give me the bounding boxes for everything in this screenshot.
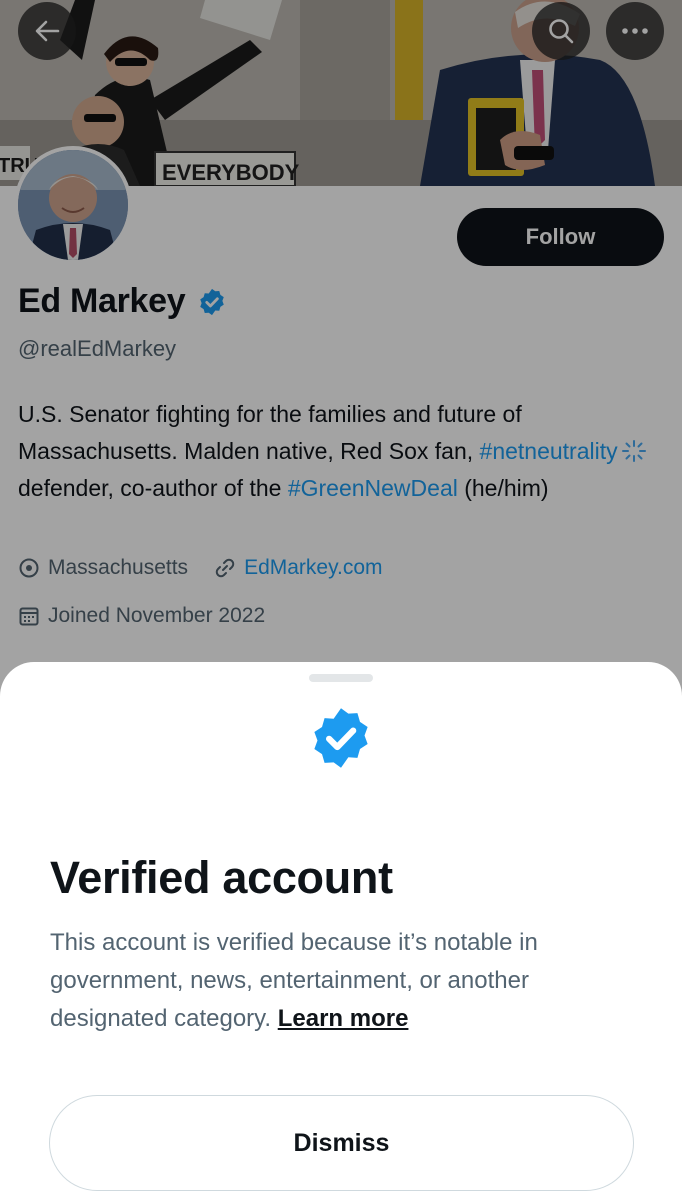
- sheet-description: This account is verified because it’s no…: [50, 924, 640, 1038]
- sheet-title: Verified account: [50, 852, 393, 903]
- verified-info-sheet: Verified account This account is verifie…: [0, 662, 682, 1200]
- verified-badge-icon: [314, 708, 368, 768]
- dismiss-button[interactable]: Dismiss: [49, 1095, 634, 1191]
- sheet-grabber[interactable]: [309, 674, 373, 682]
- learn-more-link[interactable]: Learn more: [278, 1005, 409, 1032]
